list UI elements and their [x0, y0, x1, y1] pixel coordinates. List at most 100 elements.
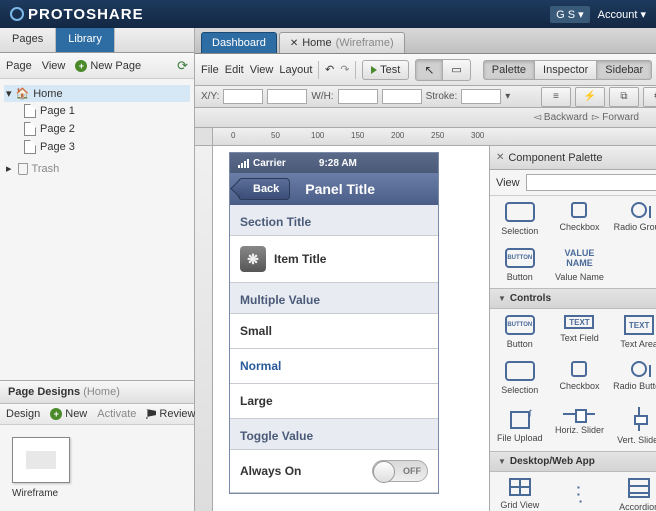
- tree-page[interactable]: Page 1: [4, 102, 190, 120]
- comp-tree-view[interactable]: Tree View: [550, 472, 610, 511]
- test-button[interactable]: Test: [362, 60, 409, 80]
- backward-button[interactable]: ◅ Backward: [533, 112, 587, 123]
- tree-trash[interactable]: ▸Trash: [4, 160, 190, 177]
- tool-link[interactable]: ⧉: [609, 87, 639, 107]
- signal-icon: [238, 159, 249, 168]
- status-bar: Carrier 9:28 AM: [230, 153, 438, 173]
- comp-radio-group[interactable]: Radio Group: [609, 196, 656, 242]
- play-icon: [371, 66, 377, 74]
- comp-accordion[interactable]: Accordion: [609, 472, 656, 511]
- phone-mockup[interactable]: Carrier 9:28 AM Back Panel Title Section…: [229, 152, 439, 494]
- close-icon[interactable]: ✕: [496, 152, 504, 163]
- tree-page[interactable]: Page 3: [4, 138, 190, 156]
- tree-home[interactable]: ▾🏠Home: [4, 85, 190, 102]
- menu-view[interactable]: View: [250, 64, 274, 76]
- page-icon: [24, 122, 36, 136]
- cursor-tool[interactable]: ↖: [415, 59, 443, 81]
- comp-value-name[interactable]: VALUE NAMEValue Name: [550, 242, 610, 288]
- new-page-button[interactable]: +New Page: [75, 60, 141, 72]
- page-designs-title: Page Designs: [8, 386, 80, 398]
- comp-file-upload[interactable]: File Upload: [490, 401, 550, 451]
- list-item[interactable]: ❋Item Title: [230, 236, 438, 283]
- comp-selection[interactable]: Selection: [490, 196, 550, 242]
- tab-library[interactable]: Library: [56, 28, 115, 52]
- tab-dashboard[interactable]: Dashboard: [201, 32, 277, 53]
- menu-edit[interactable]: Edit: [225, 64, 244, 76]
- palette-filter-input[interactable]: [526, 174, 656, 191]
- comp-button[interactable]: BUTTONButton: [490, 242, 550, 288]
- forward-button[interactable]: ▻ Forward: [592, 112, 639, 123]
- back-button[interactable]: Back: [238, 178, 290, 200]
- close-icon[interactable]: ✕: [290, 38, 298, 49]
- comp-vert-slider[interactable]: Vert. Slider: [609, 401, 656, 451]
- flag-icon: [146, 409, 156, 419]
- section-desktop[interactable]: ▼Desktop/Web App: [490, 451, 656, 472]
- palette-title: Component Palette: [508, 152, 602, 164]
- palette-toggle[interactable]: Palette: [483, 60, 535, 80]
- inspector-toggle[interactable]: Inspector: [534, 60, 597, 80]
- stroke-input[interactable]: [461, 89, 501, 104]
- comp-text-area[interactable]: TEXTText Area: [609, 309, 656, 355]
- h-input[interactable]: [382, 89, 422, 104]
- canvas-area: 050100150200250300 Carrier 9:28 AM Back …: [195, 128, 656, 511]
- refresh-icon[interactable]: ⟳: [177, 58, 188, 74]
- menu-file[interactable]: File: [201, 64, 219, 76]
- tool-align[interactable]: ≡: [541, 87, 571, 107]
- design-thumbnail[interactable]: Wireframe: [12, 437, 72, 499]
- tool-action[interactable]: ⚡: [575, 87, 605, 107]
- list-item-small[interactable]: Small: [230, 314, 438, 349]
- undo-button[interactable]: ↶: [325, 63, 334, 76]
- view-label: View: [496, 177, 520, 189]
- user-badge[interactable]: G S ▾: [550, 6, 590, 23]
- toggle-switch[interactable]: OFF: [372, 460, 428, 482]
- new-design-button[interactable]: +New: [50, 408, 87, 420]
- menu-view[interactable]: View: [42, 60, 66, 72]
- list-item-toggle[interactable]: Always OnOFF: [230, 450, 438, 493]
- comp-button2[interactable]: BUTTONButton: [490, 309, 550, 355]
- comp-radio-button[interactable]: Radio Button: [609, 355, 656, 401]
- menu-design[interactable]: Design: [6, 408, 40, 420]
- page-tree: ▾🏠Home Page 1 Page 2 Page 3 ▸Trash: [0, 79, 194, 380]
- sidebar-toggle[interactable]: Sidebar: [596, 60, 652, 80]
- comp-text-field[interactable]: TEXTText Field: [550, 309, 610, 355]
- tool-settings[interactable]: ⚙: [643, 87, 656, 107]
- ruler-vertical: [195, 146, 213, 511]
- page-designs-panel: Page Designs (Home) Design +New Activate…: [0, 380, 194, 511]
- account-menu[interactable]: Account ▾: [598, 8, 646, 21]
- tab-pages[interactable]: Pages: [0, 28, 56, 52]
- palette-body: Selection Checkbox Radio Group BUTTONBut…: [490, 196, 656, 511]
- w-input[interactable]: [338, 89, 378, 104]
- nav-bar-mockup: Back Panel Title: [230, 173, 438, 205]
- plus-icon: +: [75, 60, 87, 72]
- ruler-corner: [195, 128, 213, 146]
- top-bar: PROTOSHARE G S ▾ Account ▾: [0, 0, 656, 28]
- menu-layout[interactable]: Layout: [279, 64, 312, 76]
- nav-bar: ◅ Backward ▻ Forward: [195, 108, 656, 128]
- comp-checkbox2[interactable]: Checkbox: [550, 355, 610, 401]
- menu-page[interactable]: Page: [6, 60, 32, 72]
- comp-checkbox[interactable]: Checkbox: [550, 196, 610, 242]
- x-input[interactable]: [223, 89, 263, 104]
- logo-icon: [10, 7, 24, 21]
- list-item-normal[interactable]: Normal: [230, 349, 438, 384]
- review-button[interactable]: Review: [146, 408, 195, 420]
- comment-tool[interactable]: ▭: [442, 59, 470, 81]
- canvas-viewport[interactable]: Carrier 9:28 AM Back Panel Title Section…: [213, 146, 656, 511]
- comp-horiz-slider[interactable]: Horiz. Slider: [550, 401, 610, 451]
- y-input[interactable]: [267, 89, 307, 104]
- tab-home-wireframe[interactable]: ✕Home (Wireframe): [279, 32, 405, 53]
- ruler-horizontal: 050100150200250300: [213, 128, 656, 146]
- section-controls[interactable]: ▼Controls: [490, 288, 656, 309]
- comp-selection2[interactable]: Selection: [490, 355, 550, 401]
- page-icon: [24, 140, 36, 154]
- list-item-large[interactable]: Large: [230, 384, 438, 419]
- activate-button[interactable]: Activate: [97, 408, 136, 420]
- redo-button[interactable]: ↷: [340, 63, 349, 76]
- cursor-icon: ↖: [424, 63, 434, 77]
- component-palette: ✕ Component Palette ▾ View Selection: [489, 146, 656, 511]
- tree-page[interactable]: Page 2: [4, 120, 190, 138]
- comp-grid-view[interactable]: Grid View: [490, 472, 550, 511]
- trash-icon: [18, 163, 28, 175]
- item-icon: ❋: [240, 246, 266, 272]
- logo: PROTOSHARE: [10, 6, 144, 23]
